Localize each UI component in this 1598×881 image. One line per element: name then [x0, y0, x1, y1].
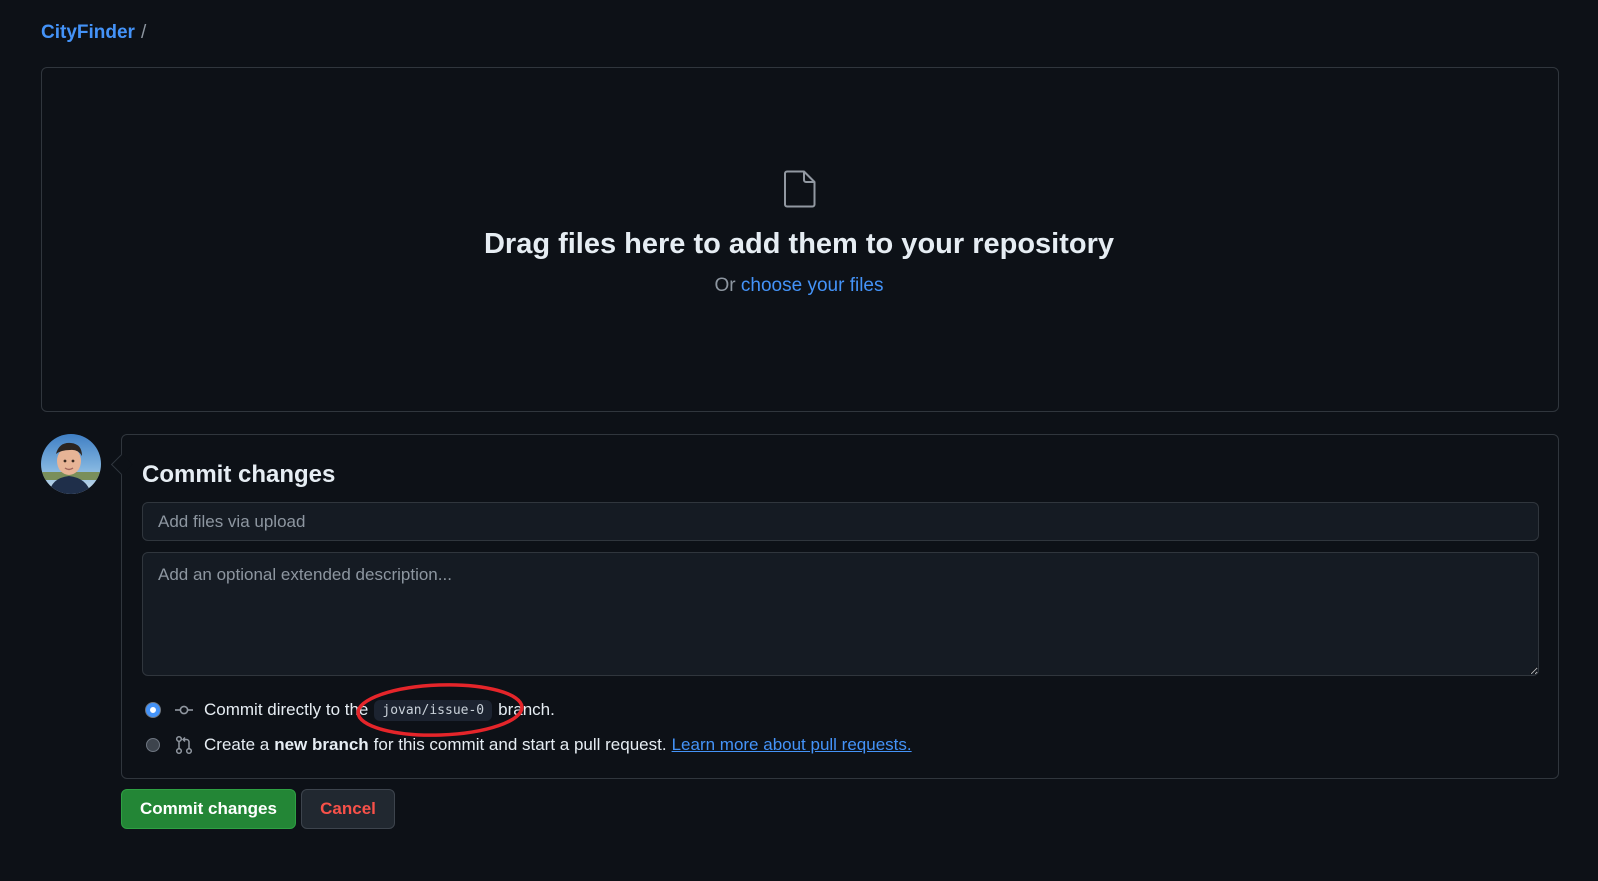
choose-files-link[interactable]: choose your files — [741, 275, 884, 296]
new-branch-label-bold: new branch — [274, 735, 369, 754]
commit-direct-radio[interactable] — [146, 703, 160, 717]
commit-direct-suffix: branch. — [498, 700, 555, 719]
branch-name-badge: jovan/issue-0 — [374, 699, 493, 721]
avatar[interactable] — [41, 434, 101, 494]
commit-description-input[interactable] — [142, 552, 1539, 676]
cancel-button[interactable]: Cancel — [301, 789, 395, 829]
new-branch-option[interactable]: Create a new branch for this commit and … — [146, 733, 912, 757]
commit-summary-input[interactable] — [142, 502, 1539, 541]
breadcrumb-separator: / — [140, 22, 147, 43]
avatar-image — [41, 434, 101, 494]
commit-changes-button[interactable]: Commit changes — [121, 789, 296, 829]
dropzone-subtitle: Or choose your files — [0, 274, 1598, 298]
new-branch-label-prefix: Create a — [204, 735, 270, 754]
commit-title: Commit changes — [142, 461, 336, 488]
dropzone-or-text: Or — [714, 275, 736, 296]
new-branch-label-suffix: for this commit and start a pull request… — [373, 735, 667, 754]
breadcrumb: CityFinder / — [41, 22, 146, 44]
git-commit-icon — [175, 705, 193, 715]
learn-more-pull-requests-link[interactable]: Learn more about pull requests. — [672, 735, 912, 755]
repo-link[interactable]: CityFinder — [41, 22, 135, 43]
file-icon — [784, 170, 816, 208]
commit-direct-label: Commit directly to the — [204, 700, 369, 719]
commit-direct-option[interactable]: Commit directly to the jovan/issue-0 bra… — [146, 698, 555, 722]
new-branch-radio[interactable] — [146, 738, 160, 752]
dropzone-title: Drag files here to add them to your repo… — [483, 228, 1115, 260]
git-pull-request-icon — [175, 735, 193, 755]
